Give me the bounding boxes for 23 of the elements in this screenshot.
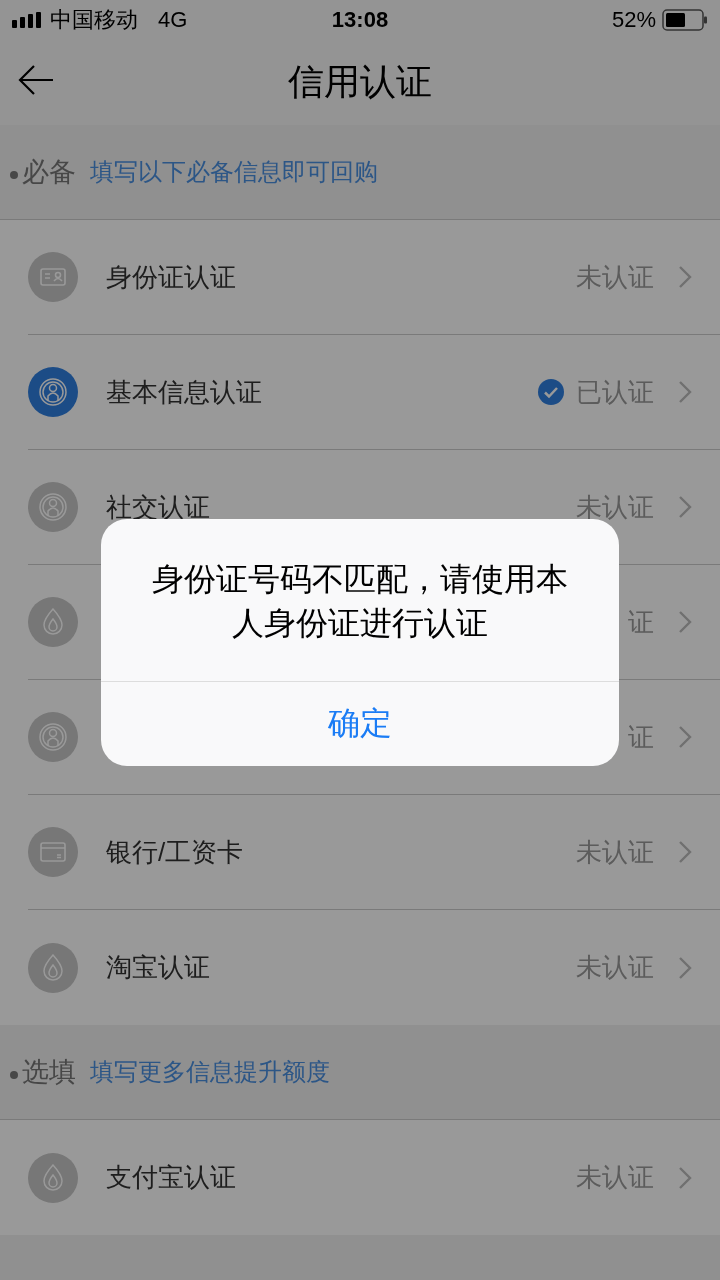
page-title: 信用认证 bbox=[288, 60, 432, 104]
row-label: 淘宝认证 bbox=[106, 951, 210, 984]
section-title: 选填 bbox=[22, 1056, 76, 1089]
row-label: 社交认证 bbox=[106, 490, 210, 524]
row-label: 银行/工资卡 bbox=[106, 835, 244, 869]
row-status: 已认证 bbox=[576, 375, 654, 409]
row-status: 证 bbox=[628, 605, 654, 639]
row-status: 未认证 bbox=[576, 260, 654, 294]
clock: 13:08 bbox=[330, 7, 390, 33]
row-status: 未认证 bbox=[576, 951, 654, 984]
network-type: 4G bbox=[158, 7, 188, 33]
carrier-name: 中国移动 bbox=[50, 6, 138, 34]
section-title: 必备 bbox=[22, 156, 76, 189]
row-label: 基本信息认证 bbox=[106, 375, 262, 409]
row-status: 未认证 bbox=[576, 835, 654, 869]
section-hint: 填写更多信息提升额度 bbox=[90, 1057, 330, 1087]
row-label: 支付宝认证 bbox=[106, 1161, 236, 1194]
battery-percent: 52% bbox=[611, 7, 656, 33]
section-hint: 填写以下必备信息即可回购 bbox=[90, 157, 378, 187]
row-label: 身份证认证 bbox=[106, 260, 236, 294]
row-status: 未认证 bbox=[576, 490, 654, 524]
row-status: 未认证 bbox=[576, 1161, 654, 1194]
row-status: 证 bbox=[628, 720, 654, 754]
